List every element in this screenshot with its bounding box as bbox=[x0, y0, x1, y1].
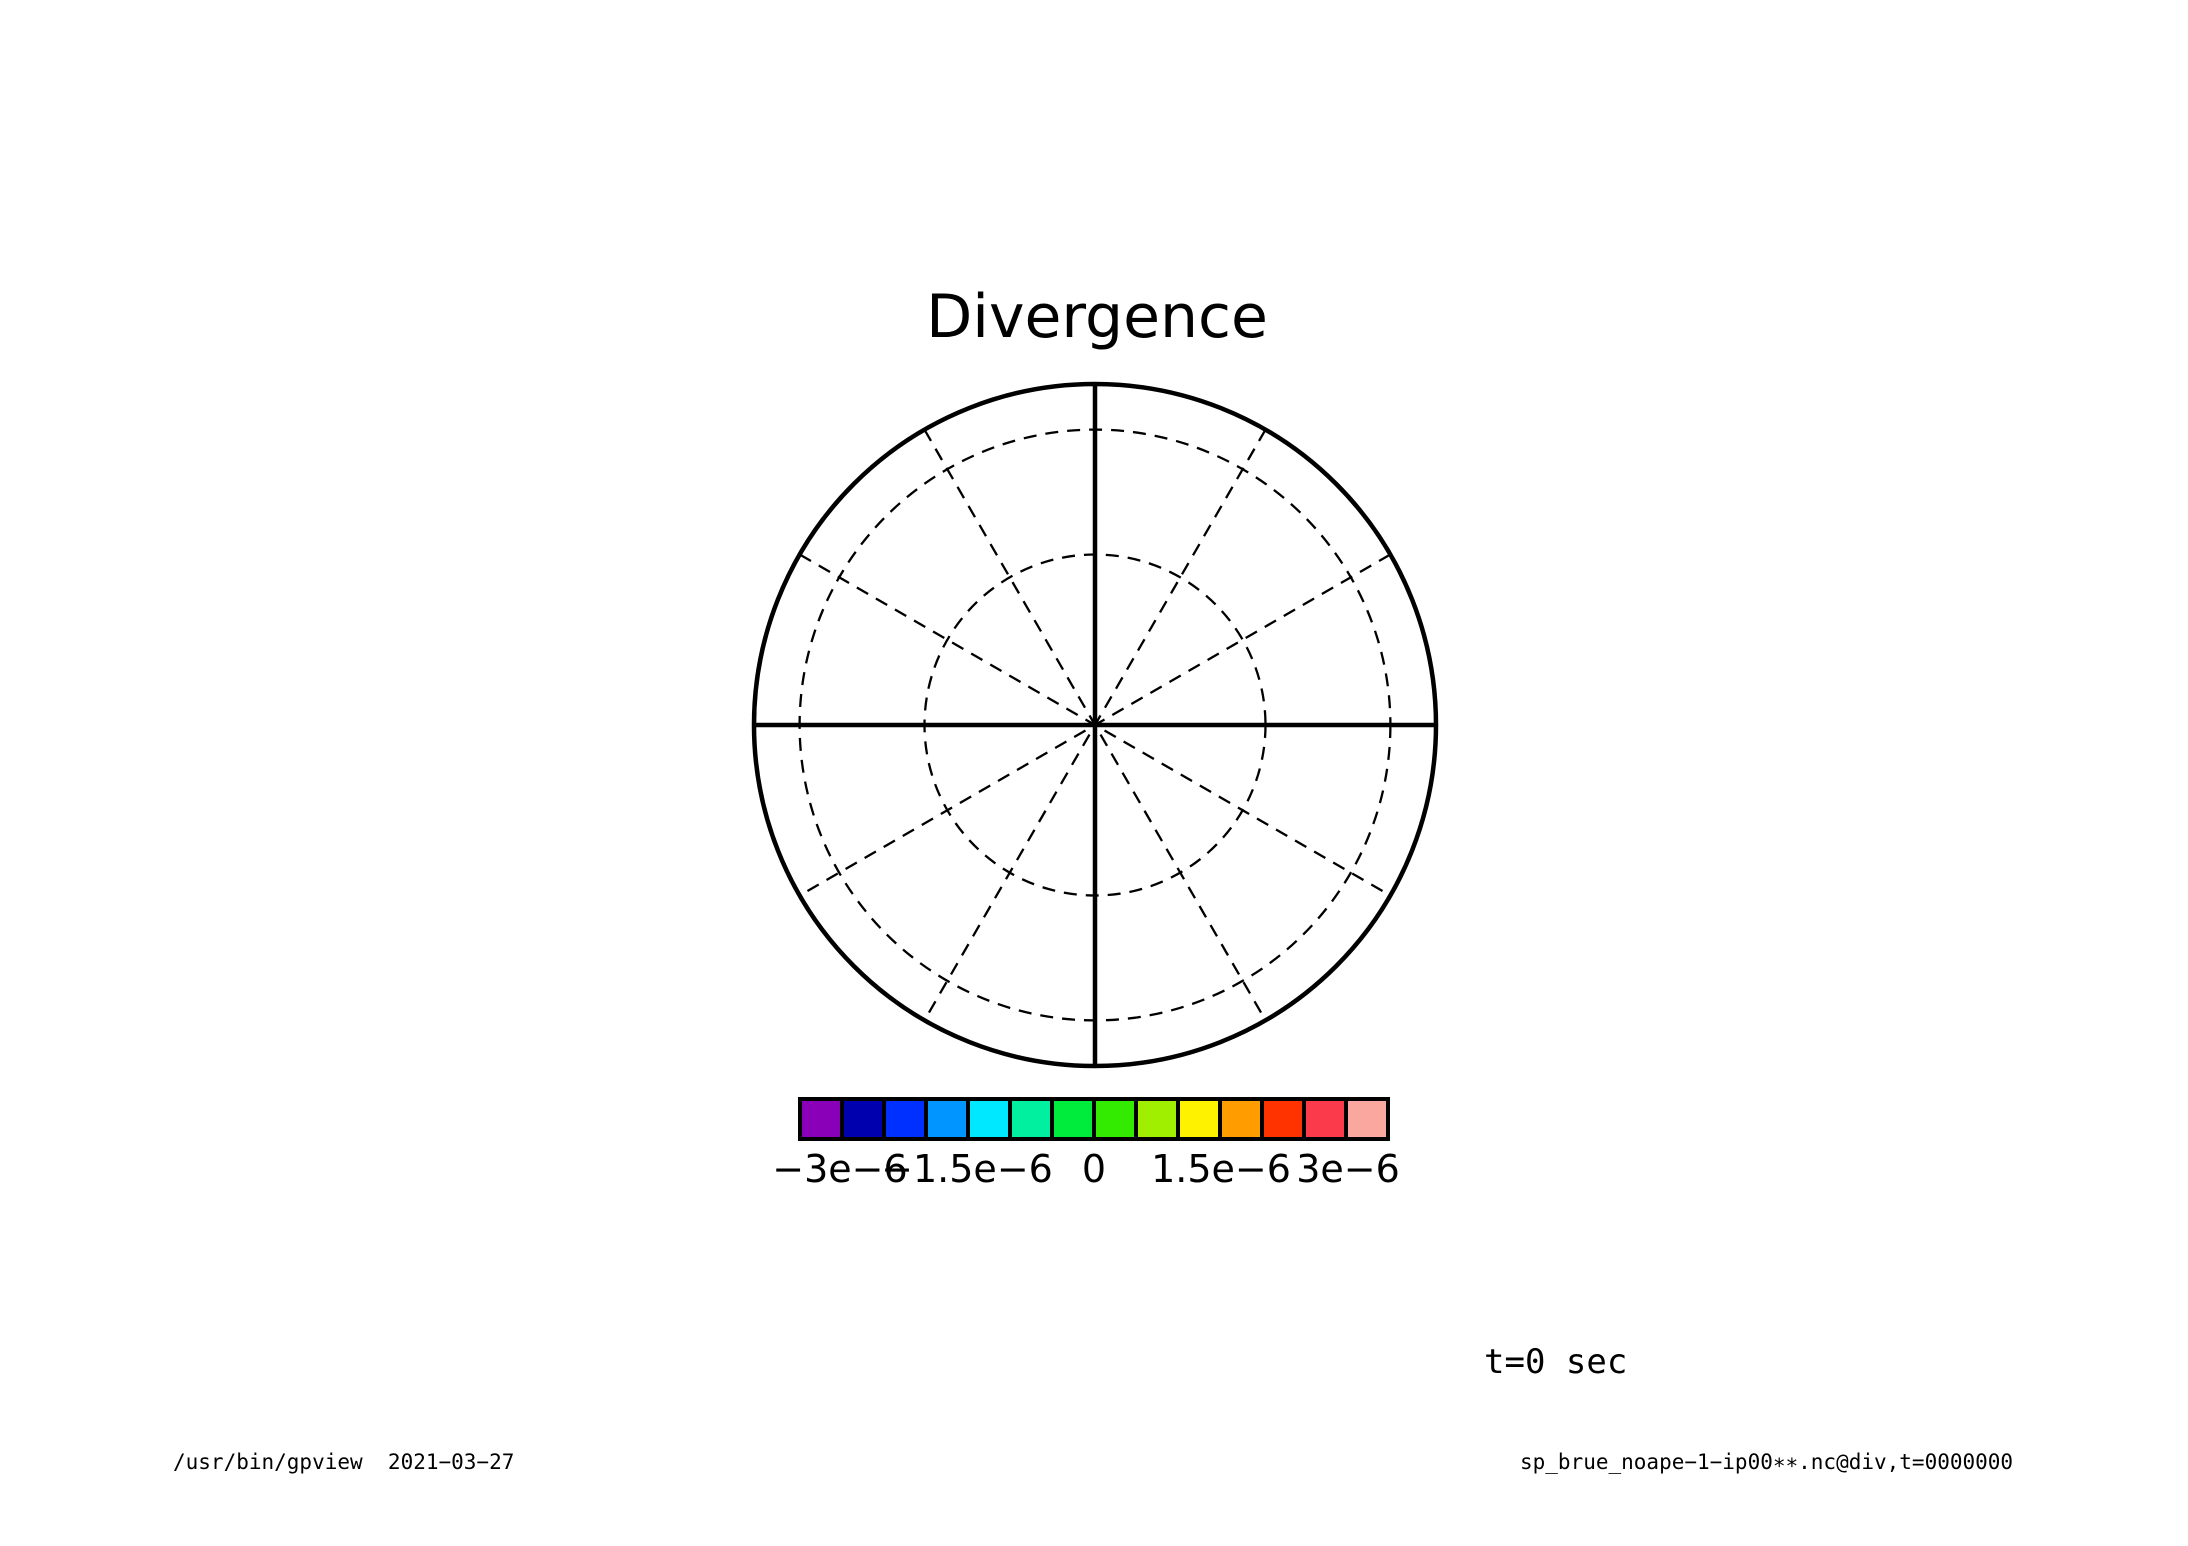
colorbar-cell bbox=[1050, 1101, 1092, 1137]
colorbar-cell bbox=[1302, 1101, 1344, 1137]
colorbar-tick-label: 0 bbox=[1082, 1150, 1106, 1188]
footer-command-line: /usr/bin/gpview 2021−03−27 bbox=[173, 1452, 514, 1473]
colorbar-cell bbox=[966, 1101, 1008, 1137]
colorbar-tick-label: 3e−6 bbox=[1296, 1150, 1400, 1188]
colorbar-cell bbox=[1134, 1101, 1176, 1137]
colorbar-cell bbox=[802, 1101, 840, 1137]
gpview-figure: Divergence −3e−6 −1.5e−6 0 1.5e−6 3e−6 bbox=[0, 0, 2188, 1546]
colorbar-cell bbox=[1092, 1101, 1134, 1137]
colorbar-cell bbox=[924, 1101, 966, 1137]
colorbar-cell bbox=[1260, 1101, 1302, 1137]
footer-source-file: sp_brue_noape−1−ip00∗∗.nc@div,t=0000000 bbox=[1520, 1452, 2013, 1473]
colorbar-cell bbox=[1176, 1101, 1218, 1137]
colorbar-cell bbox=[1344, 1101, 1386, 1137]
colorbar bbox=[798, 1097, 1390, 1141]
colorbar-tick-label: −1.5e−6 bbox=[881, 1150, 1053, 1188]
colorbar-tick-label: 1.5e−6 bbox=[1151, 1150, 1291, 1188]
time-annotation: t=0 sec bbox=[1484, 1345, 1627, 1379]
polar-map bbox=[750, 380, 1440, 1070]
colorbar-cell bbox=[840, 1101, 882, 1137]
colorbar-cell bbox=[1008, 1101, 1050, 1137]
colorbar-cell bbox=[1218, 1101, 1260, 1137]
colorbar-cell bbox=[882, 1101, 924, 1137]
plot-title: Divergence bbox=[926, 287, 1268, 347]
